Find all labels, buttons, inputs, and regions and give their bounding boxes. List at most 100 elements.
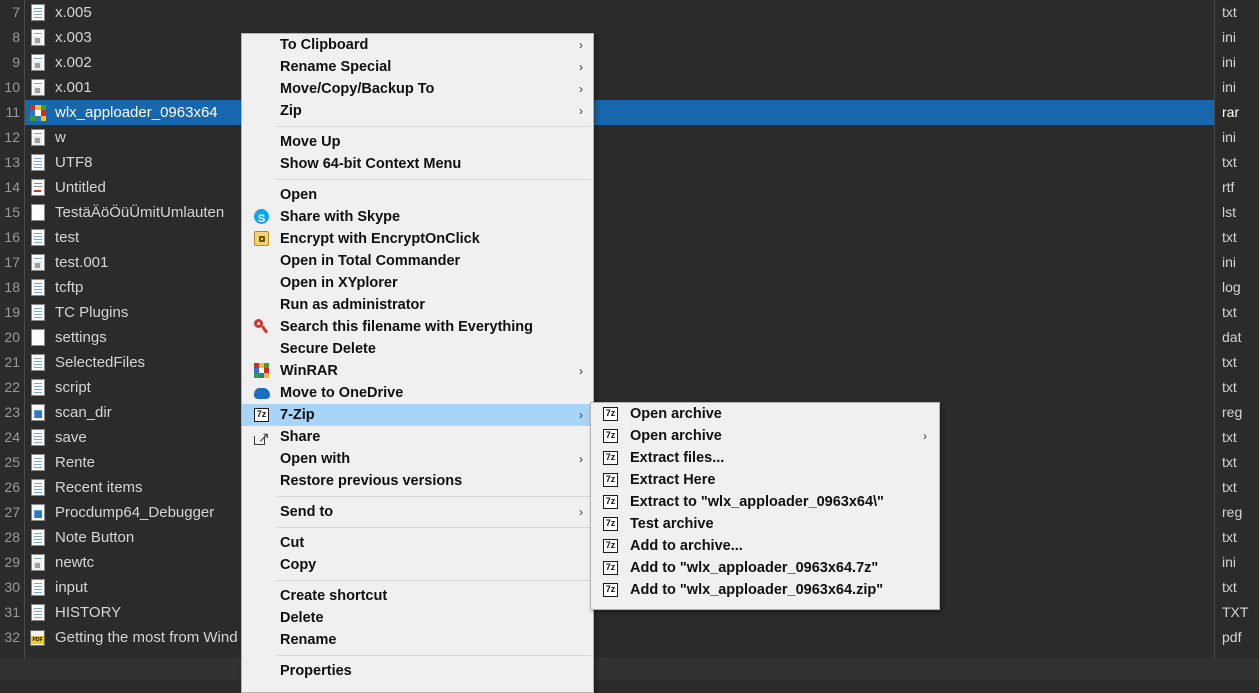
file-name[interactable]: UTF8 xyxy=(33,150,93,175)
menu-item-open-in-xyplorer[interactable]: Open in XYplorer xyxy=(242,272,593,294)
table-row[interactable]: 7 x.005 txt xyxy=(0,0,1259,25)
row-number: 9 xyxy=(12,54,20,70)
menu-item-search-this-filename-with-everything[interactable]: Search this filename with Everything xyxy=(242,316,593,338)
menu-item-send-to[interactable]: Send to › xyxy=(242,501,593,523)
table-row[interactable]: 9 x.002 ini xyxy=(0,50,1259,75)
table-row[interactable]: 11 wlx_apploader_0963x64 rar xyxy=(0,100,1259,125)
file-name[interactable]: newtc xyxy=(33,550,94,575)
file-name[interactable]: TestäÄöÖüÜmitUmlauten xyxy=(33,200,224,225)
file-name[interactable]: x.002 xyxy=(33,50,92,75)
file-extension: rtf xyxy=(1222,179,1235,195)
menu-item-share-with-skype[interactable]: Share with Skype xyxy=(242,206,593,230)
file-extension: pdf xyxy=(1222,629,1242,645)
file-name[interactable]: Rente xyxy=(33,450,95,475)
menu-item-label: Move Up xyxy=(280,134,341,150)
menu-item-to-clipboard[interactable]: To Clipboard › xyxy=(242,34,593,56)
submenu-item-extract-here[interactable]: Extract Here xyxy=(591,469,939,491)
file-name[interactable]: input xyxy=(33,575,88,600)
context-menu[interactable]: To Clipboard › Rename Special › Move/Copy/Ba… xyxy=(241,33,594,693)
submenu-item-open-archive[interactable]: Open archive › xyxy=(591,425,939,447)
menu-item-delete[interactable]: Delete xyxy=(242,607,593,629)
file-name[interactable]: script xyxy=(33,375,91,400)
table-row[interactable]: 16 test txt xyxy=(0,225,1259,250)
menu-item-label: Extract files... xyxy=(630,450,725,466)
file-name[interactable]: save xyxy=(33,425,87,450)
file-extension: txt xyxy=(1222,429,1237,445)
sevenzip-submenu[interactable]: Open archive Open archive › Extract files..… xyxy=(590,402,940,610)
file-name[interactable]: settings xyxy=(33,325,107,350)
table-row[interactable]: 15 TestäÄöÖüÜmitUmlauten lst xyxy=(0,200,1259,225)
menu-item-winrar[interactable]: WinRAR › xyxy=(242,360,593,382)
menu-item-secure-delete[interactable]: Secure Delete xyxy=(242,338,593,360)
menu-item-move-to-onedrive[interactable]: Move to OneDrive xyxy=(242,382,593,404)
menu-separator xyxy=(276,496,591,497)
table-row[interactable]: 20 settings dat xyxy=(0,325,1259,350)
file-name[interactable]: wlx_apploader_0963x64 xyxy=(33,100,218,125)
submenu-item-extract-to-wlx-apploader-0963x64[interactable]: Extract to "wlx_apploader_0963x64\" xyxy=(591,491,939,513)
menu-item-properties[interactable]: Properties xyxy=(242,660,593,682)
menu-item-create-shortcut[interactable]: Create shortcut xyxy=(242,585,593,607)
file-name[interactable]: x.001 xyxy=(33,75,92,100)
submenu-item-add-to-archive[interactable]: Add to archive... xyxy=(591,535,939,557)
table-row[interactable]: 8 x.003 ini xyxy=(0,25,1259,50)
menu-item-zip[interactable]: Zip › xyxy=(242,100,593,122)
file-name[interactable]: Procdump64_Debugger xyxy=(33,500,214,525)
menu-item-move-up[interactable]: Move Up xyxy=(242,131,593,153)
table-row[interactable]: 17 test.001 ini xyxy=(0,250,1259,275)
file-name[interactable]: x.003 xyxy=(33,25,92,50)
row-number: 14 xyxy=(4,179,20,195)
file-name[interactable]: Getting the most from Wind xyxy=(33,625,238,650)
table-row[interactable]: 32 Getting the most from Wind pdf xyxy=(0,625,1259,650)
menu-item-open[interactable]: Open xyxy=(242,184,593,206)
menu-item-move-copy-backup-to[interactable]: Move/Copy/Backup To › xyxy=(242,78,593,100)
submenu-item-add-to-wlx-apploader-0963x64-7z[interactable]: Add to "wlx_apploader_0963x64.7z" xyxy=(591,557,939,579)
menu-item-label: Extract Here xyxy=(630,472,716,488)
file-extension: reg xyxy=(1222,504,1243,520)
menu-item-show-64-bit-context-menu[interactable]: Show 64-bit Context Menu xyxy=(242,153,593,175)
menu-item-run-as-administrator[interactable]: Run as administrator xyxy=(242,294,593,316)
table-row[interactable]: 18 tcftp log xyxy=(0,275,1259,300)
menu-separator xyxy=(276,126,591,127)
row-number: 19 xyxy=(4,304,20,320)
table-row[interactable]: 21 SelectedFiles txt xyxy=(0,350,1259,375)
file-name[interactable]: test.001 xyxy=(33,250,108,275)
menu-item-copy[interactable]: Copy xyxy=(242,554,593,576)
file-name[interactable]: x.005 xyxy=(33,0,92,25)
row-number: 15 xyxy=(4,204,20,220)
menu-item-7-zip[interactable]: 7-Zip › xyxy=(242,404,593,426)
menu-item-encrypt-with-encryptonclick[interactable]: Encrypt with EncryptOnClick xyxy=(242,228,593,250)
submenu-item-add-to-wlx-apploader-0963x64-zip[interactable]: Add to "wlx_apploader_0963x64.zip" xyxy=(591,579,939,601)
menu-item-rename-special[interactable]: Rename Special › xyxy=(242,56,593,78)
file-name[interactable]: tcftp xyxy=(33,275,83,300)
table-row[interactable]: 14 Untitled rtf xyxy=(0,175,1259,200)
menu-item-cut[interactable]: Cut xyxy=(242,532,593,554)
table-row[interactable]: 19 TC Plugins txt xyxy=(0,300,1259,325)
table-row[interactable]: 13 UTF8 txt xyxy=(0,150,1259,175)
file-extension: ini xyxy=(1222,129,1237,145)
file-name[interactable]: Untitled xyxy=(33,175,106,200)
file-name[interactable]: w xyxy=(33,125,66,150)
file-name[interactable]: Recent items xyxy=(33,475,143,500)
file-name[interactable]: scan_dir xyxy=(33,400,112,425)
file-name[interactable]: SelectedFiles xyxy=(33,350,145,375)
table-row[interactable]: 12 w ini xyxy=(0,125,1259,150)
skype-icon xyxy=(254,208,270,230)
magnifier-key-icon xyxy=(254,319,270,335)
menu-item-rename[interactable]: Rename xyxy=(242,629,593,651)
submenu-item-open-archive[interactable]: Open archive xyxy=(591,403,939,425)
sevenzip-icon xyxy=(254,407,270,423)
file-name[interactable]: Note Button xyxy=(33,525,134,550)
file-name[interactable]: HISTORY xyxy=(33,600,121,625)
table-row[interactable]: 22 script txt xyxy=(0,375,1259,400)
submenu-item-extract-files[interactable]: Extract files... xyxy=(591,447,939,469)
menu-item-open-in-total-commander[interactable]: Open in Total Commander xyxy=(242,250,593,272)
file-extension: txt xyxy=(1222,454,1237,470)
menu-item-label: Zip xyxy=(280,103,302,119)
table-row[interactable]: 10 x.001 ini xyxy=(0,75,1259,100)
file-name[interactable]: TC Plugins xyxy=(33,300,128,325)
file-name[interactable]: test xyxy=(33,225,79,250)
menu-item-restore-previous-versions[interactable]: Restore previous versions xyxy=(242,470,593,492)
submenu-item-test-archive[interactable]: Test archive xyxy=(591,513,939,535)
menu-item-open-with[interactable]: Open with › xyxy=(242,448,593,470)
menu-item-share[interactable]: Share xyxy=(242,426,593,448)
